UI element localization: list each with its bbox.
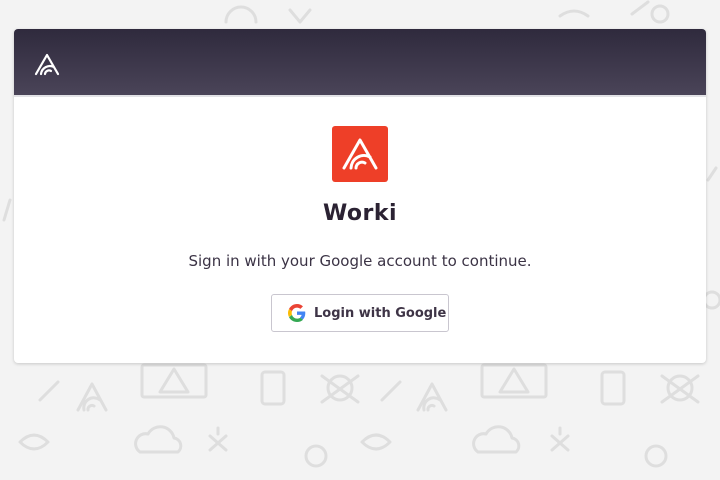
cloud-icon [472,425,521,454]
warning-icon [140,363,208,399]
login-with-google-button[interactable]: Login with Google [271,294,449,332]
google-g-icon [288,304,306,322]
app-name: Worki [322,201,398,226]
login-card: Worki Sign in with your Google account t… [14,29,706,363]
chart-icon [600,370,626,406]
card-body: Worki Sign in with your Google account t… [14,97,706,361]
swimmer-icon [550,426,570,452]
bug-icon [2,198,12,222]
skull-icon [288,8,312,24]
swimmer-icon [208,426,228,452]
bug-icon [630,0,650,16]
sentry-logo-icon [416,382,448,412]
sign-in-subtitle: Sign in with your Google account to cont… [188,252,532,270]
cloud-icon [134,425,183,454]
fish-icon [18,433,50,451]
cloud-icon [224,5,258,24]
chart-icon [260,370,286,406]
skull-icon [660,374,700,404]
sentry-logo-icon [76,382,108,412]
fish-icon [558,9,590,18]
apple-icon [702,290,720,310]
sentry-logo-icon [342,138,378,170]
bug-icon [380,380,402,402]
card-header [14,29,706,97]
bug-icon [38,380,60,402]
fish-icon [360,433,392,451]
apple-icon [650,4,670,24]
login-with-google-label: Login with Google [314,305,447,321]
sentry-logo-icon [34,51,60,77]
apple-icon [304,444,328,468]
app-logo [332,126,388,182]
warning-icon [480,363,548,399]
skull-icon [320,374,360,404]
apple-icon [644,444,668,468]
bug-icon [706,166,718,182]
